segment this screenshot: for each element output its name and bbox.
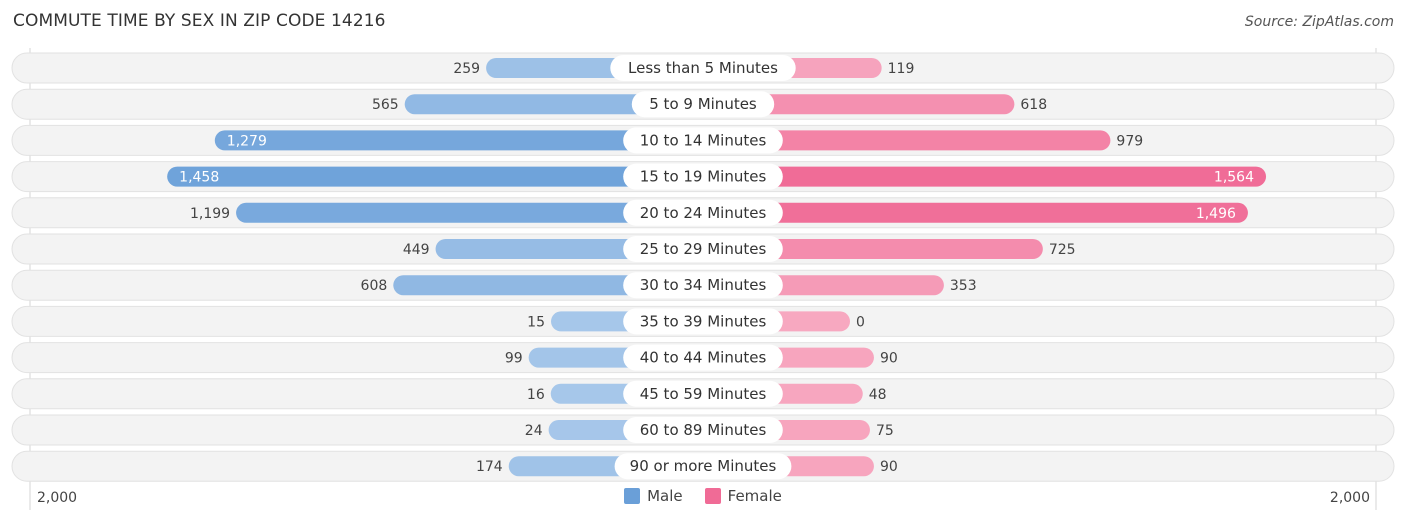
category-label: Less than 5 Minutes — [628, 59, 778, 77]
row-4: 20 to 24 Minutes 1,199 1,496 — [11, 197, 1395, 229]
value-label-female: 353 — [950, 278, 977, 294]
value-label-male: 99 — [505, 351, 523, 367]
value-label-male: 565 — [372, 97, 399, 113]
category-label: 45 to 59 Minutes — [640, 385, 767, 403]
value-label-female: 0 — [856, 314, 865, 330]
row-1: 5 to 9 Minutes 565 618 — [11, 88, 1395, 120]
value-label-male: 15 — [527, 314, 545, 330]
value-label-male: 24 — [525, 423, 543, 439]
bar-female — [703, 202, 1248, 223]
legend-label-female: Female — [727, 487, 782, 505]
row-11: 90 or more Minutes 174 90 — [11, 450, 1395, 482]
value-label-female: 119 — [888, 61, 915, 77]
value-label-male: 1,199 — [190, 206, 230, 222]
row-10: 60 to 89 Minutes 24 75 — [11, 414, 1395, 446]
legend-item-male: Male — [624, 487, 683, 505]
chart-area: Less than 5 Minutes259 1195 to 9 Minutes5… — [11, 48, 1395, 510]
row-2: 10 to 14 Minutes 1,279 979 — [11, 124, 1395, 156]
category-label: 60 to 89 Minutes — [640, 421, 767, 439]
category-label: 5 to 9 Minutes — [649, 95, 757, 113]
category-label: 35 to 39 Minutes — [640, 312, 767, 330]
legend-item-female: Female — [704, 487, 782, 505]
row-8: 40 to 44 Minutes 99 90 — [11, 342, 1395, 374]
value-label-female: 618 — [1020, 97, 1047, 113]
bar-female — [703, 166, 1267, 187]
category-label: 25 to 29 Minutes — [640, 240, 767, 258]
category-label: 10 to 14 Minutes — [640, 131, 767, 149]
value-label-male: 608 — [361, 278, 388, 294]
value-label-male: 449 — [403, 242, 430, 258]
value-label-male: 16 — [527, 387, 545, 403]
row-0: Less than 5 Minutes 259 119 — [11, 52, 1395, 84]
legend: Male Female — [0, 487, 1406, 505]
value-label-female: 90 — [880, 351, 898, 367]
category-label: 20 to 24 Minutes — [640, 204, 767, 222]
row-6: 30 to 34 Minutes 608 353 — [11, 269, 1395, 301]
legend-swatch-male — [624, 488, 641, 504]
value-label-male: 174 — [476, 459, 503, 475]
category-label: 40 to 44 Minutes — [640, 349, 767, 367]
value-label-female: 979 — [1116, 133, 1143, 149]
row-3: 15 to 19 Minutes 1,458 1,564 — [11, 161, 1395, 193]
bar-male — [167, 166, 703, 187]
row-9: 45 to 59 Minutes 16 48 — [11, 378, 1395, 410]
value-label-male: 259 — [453, 61, 480, 77]
row-7: 35 to 39 Minutes 15 0 — [11, 305, 1395, 337]
category-label: 15 to 19 Minutes — [640, 168, 767, 186]
category-label: 90 or more Minutes — [630, 457, 777, 475]
value-label-female: 48 — [869, 387, 887, 403]
value-label-female: 725 — [1049, 242, 1076, 258]
value-label-female: 1,564 — [1214, 170, 1254, 186]
legend-swatch-female — [704, 488, 721, 504]
legend-label-male: Male — [647, 487, 683, 505]
value-label-male: 1,458 — [179, 170, 219, 186]
value-label-male: 1,279 — [227, 133, 267, 149]
row-5: 25 to 29 Minutes 449 725 — [11, 233, 1395, 265]
value-label-female: 1,496 — [1196, 206, 1236, 222]
value-label-female: 75 — [876, 423, 894, 439]
category-label: 30 to 34 Minutes — [640, 276, 767, 294]
value-label-female: 90 — [880, 459, 898, 475]
